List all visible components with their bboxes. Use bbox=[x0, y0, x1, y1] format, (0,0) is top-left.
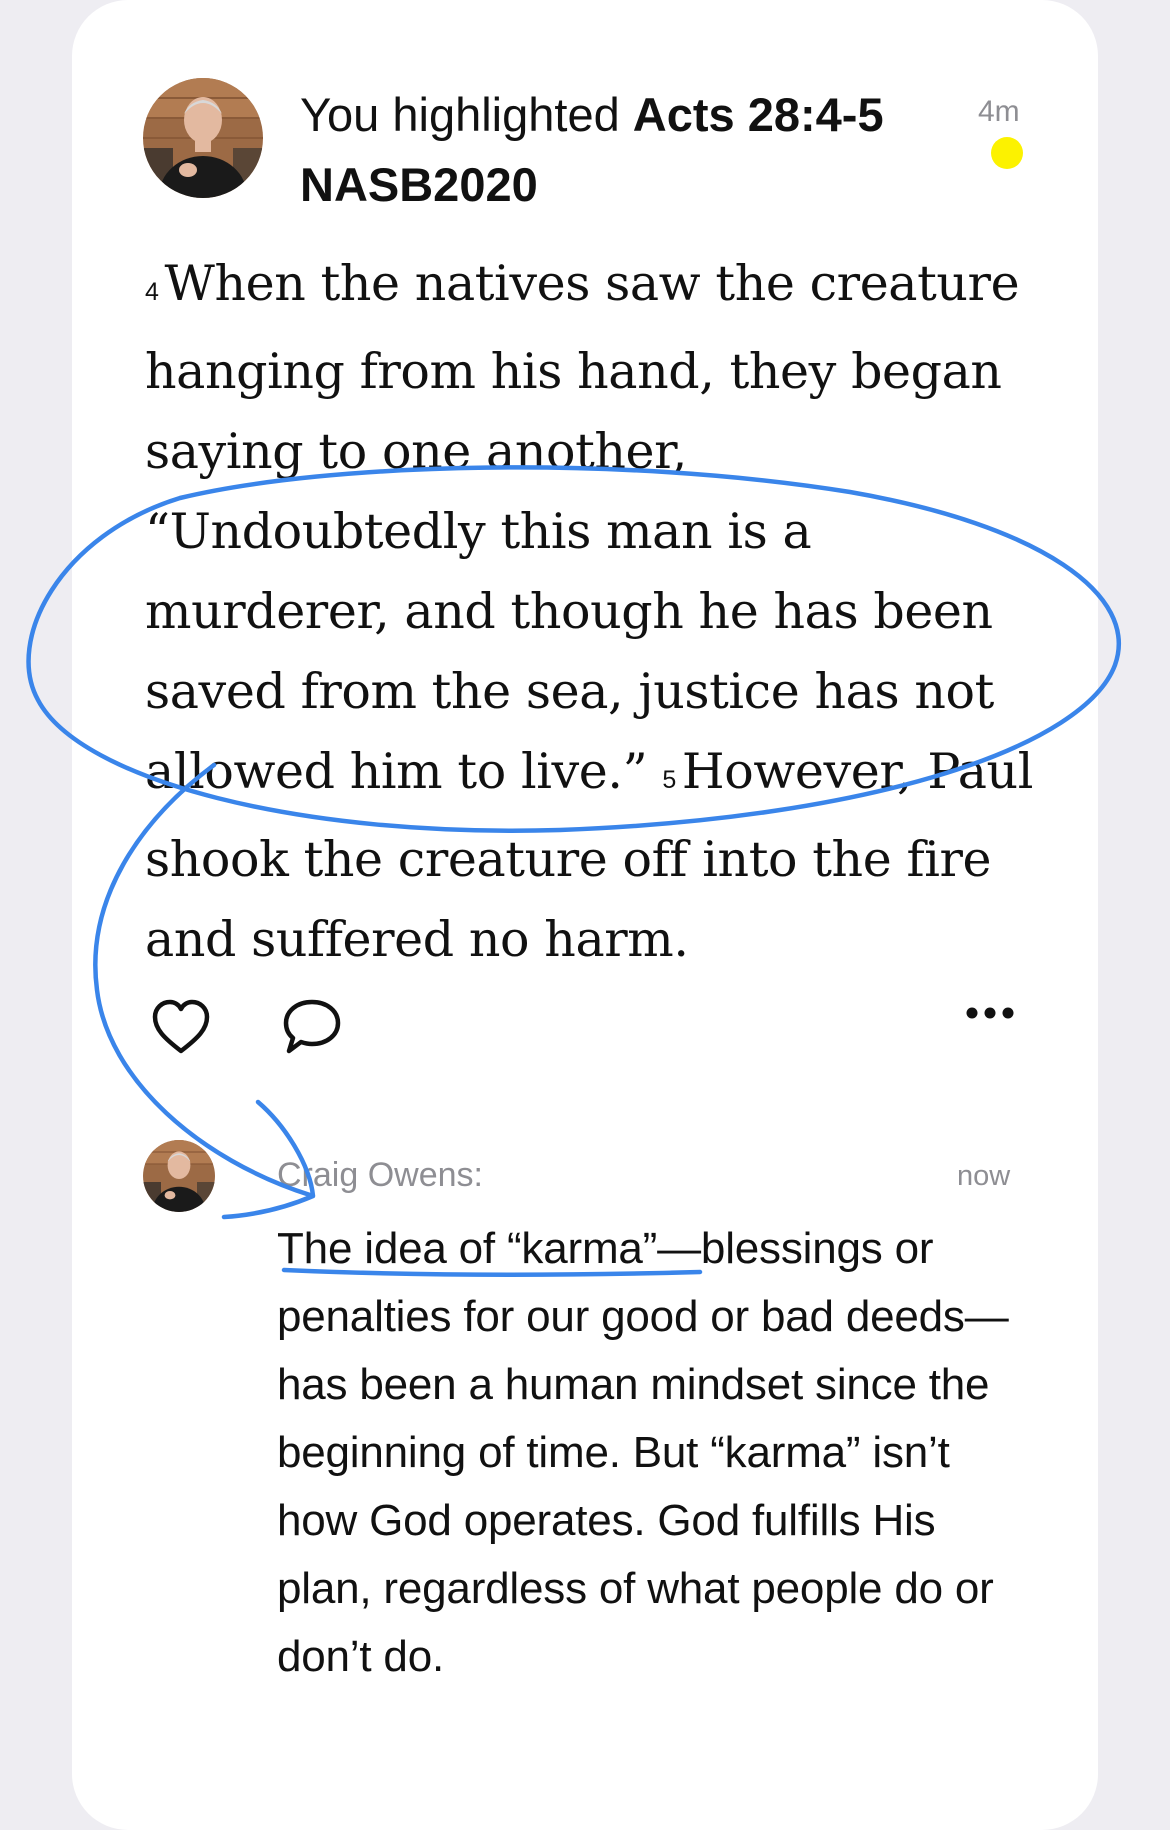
verse-text: When the natives saw the creature hangin… bbox=[145, 255, 1035, 800]
ellipsis-icon bbox=[966, 1007, 1014, 1019]
verse-number: 5 bbox=[662, 766, 676, 794]
bible-version-label[interactable]: NASB2020 bbox=[300, 158, 538, 211]
avatar-photo bbox=[143, 1140, 215, 1212]
comment-timestamp: now bbox=[957, 1160, 1011, 1192]
comment-body: The idea of “karma”—blessings or penalti… bbox=[277, 1224, 1009, 1681]
verse-number: 4 bbox=[145, 278, 159, 306]
heart-outline-icon bbox=[152, 999, 210, 1054]
comment-button[interactable] bbox=[281, 996, 343, 1058]
post-timestamp: 4m bbox=[978, 95, 1020, 128]
verse-reference-link[interactable]: Acts 28:4-5 bbox=[633, 88, 884, 141]
avatar-photo bbox=[143, 78, 263, 198]
commenter-avatar[interactable] bbox=[143, 1140, 215, 1212]
activity-headline: You highlighted Acts 28:4-5 NASB2020 bbox=[300, 80, 960, 220]
unread-indicator bbox=[991, 137, 1023, 169]
user-avatar[interactable] bbox=[143, 78, 263, 198]
headline-prefix: You highlighted bbox=[300, 88, 633, 141]
highlighted-verse-text[interactable]: 4 When the natives saw the creature hangi… bbox=[145, 244, 1035, 980]
commenter-name[interactable]: Craig Owens: bbox=[277, 1156, 483, 1195]
speech-bubble-icon bbox=[283, 999, 341, 1054]
more-options-button[interactable] bbox=[963, 998, 1017, 1028]
like-button[interactable] bbox=[150, 998, 212, 1056]
